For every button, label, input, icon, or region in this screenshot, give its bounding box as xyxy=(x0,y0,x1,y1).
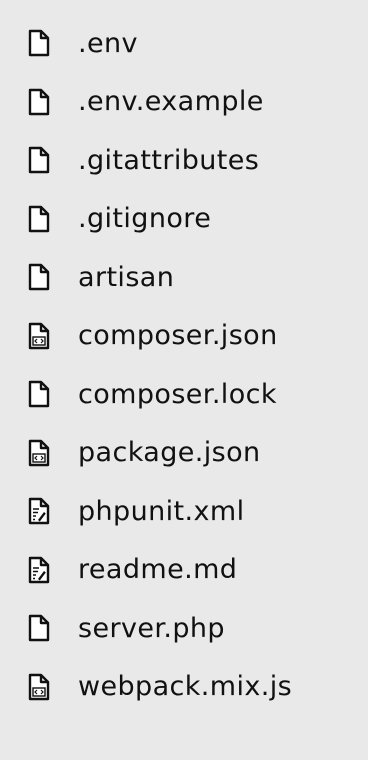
file-name: webpack.mix.js xyxy=(78,671,293,703)
code-file-icon xyxy=(24,436,54,470)
file-name: artisan xyxy=(78,261,175,293)
file-icon xyxy=(24,143,54,177)
file-name: readme.md xyxy=(78,554,238,586)
file-icon xyxy=(24,85,54,119)
file-item-gitattributes[interactable]: .gitattributes xyxy=(0,131,368,190)
file-item-composer-lock[interactable]: composer.lock xyxy=(0,365,368,424)
file-name: package.json xyxy=(78,437,261,469)
file-item-env-example[interactable]: .env.example xyxy=(0,73,368,132)
file-icon xyxy=(24,377,54,411)
file-item-composer-json[interactable]: composer.json xyxy=(0,307,368,366)
code-file-icon xyxy=(24,670,54,704)
file-item-env[interactable]: .env xyxy=(0,14,368,73)
file-icon xyxy=(24,26,54,60)
file-item-package-json[interactable]: package.json xyxy=(0,424,368,483)
text-file-icon xyxy=(24,494,54,528)
file-item-phpunit-xml[interactable]: phpunit.xml xyxy=(0,482,368,541)
text-file-icon xyxy=(24,553,54,587)
file-item-gitignore[interactable]: .gitignore xyxy=(0,190,368,249)
file-name: .env xyxy=(78,27,138,59)
code-file-icon xyxy=(24,319,54,353)
file-icon xyxy=(24,260,54,294)
file-item-artisan[interactable]: artisan xyxy=(0,248,368,307)
file-icon xyxy=(24,611,54,645)
file-name: composer.lock xyxy=(78,378,277,410)
file-name: .gitignore xyxy=(78,203,212,235)
file-item-server-php[interactable]: server.php xyxy=(0,599,368,658)
file-name: phpunit.xml xyxy=(78,495,245,527)
file-name: .gitattributes xyxy=(78,144,260,176)
file-item-webpack-mix-js[interactable]: webpack.mix.js xyxy=(0,658,368,717)
file-icon xyxy=(24,202,54,236)
file-name: .env.example xyxy=(78,86,264,118)
file-name: server.php xyxy=(78,612,225,644)
file-name: composer.json xyxy=(78,320,278,352)
file-list: .env .env.example .gitattributes .gitign… xyxy=(0,0,368,760)
file-item-readme-md[interactable]: readme.md xyxy=(0,541,368,600)
